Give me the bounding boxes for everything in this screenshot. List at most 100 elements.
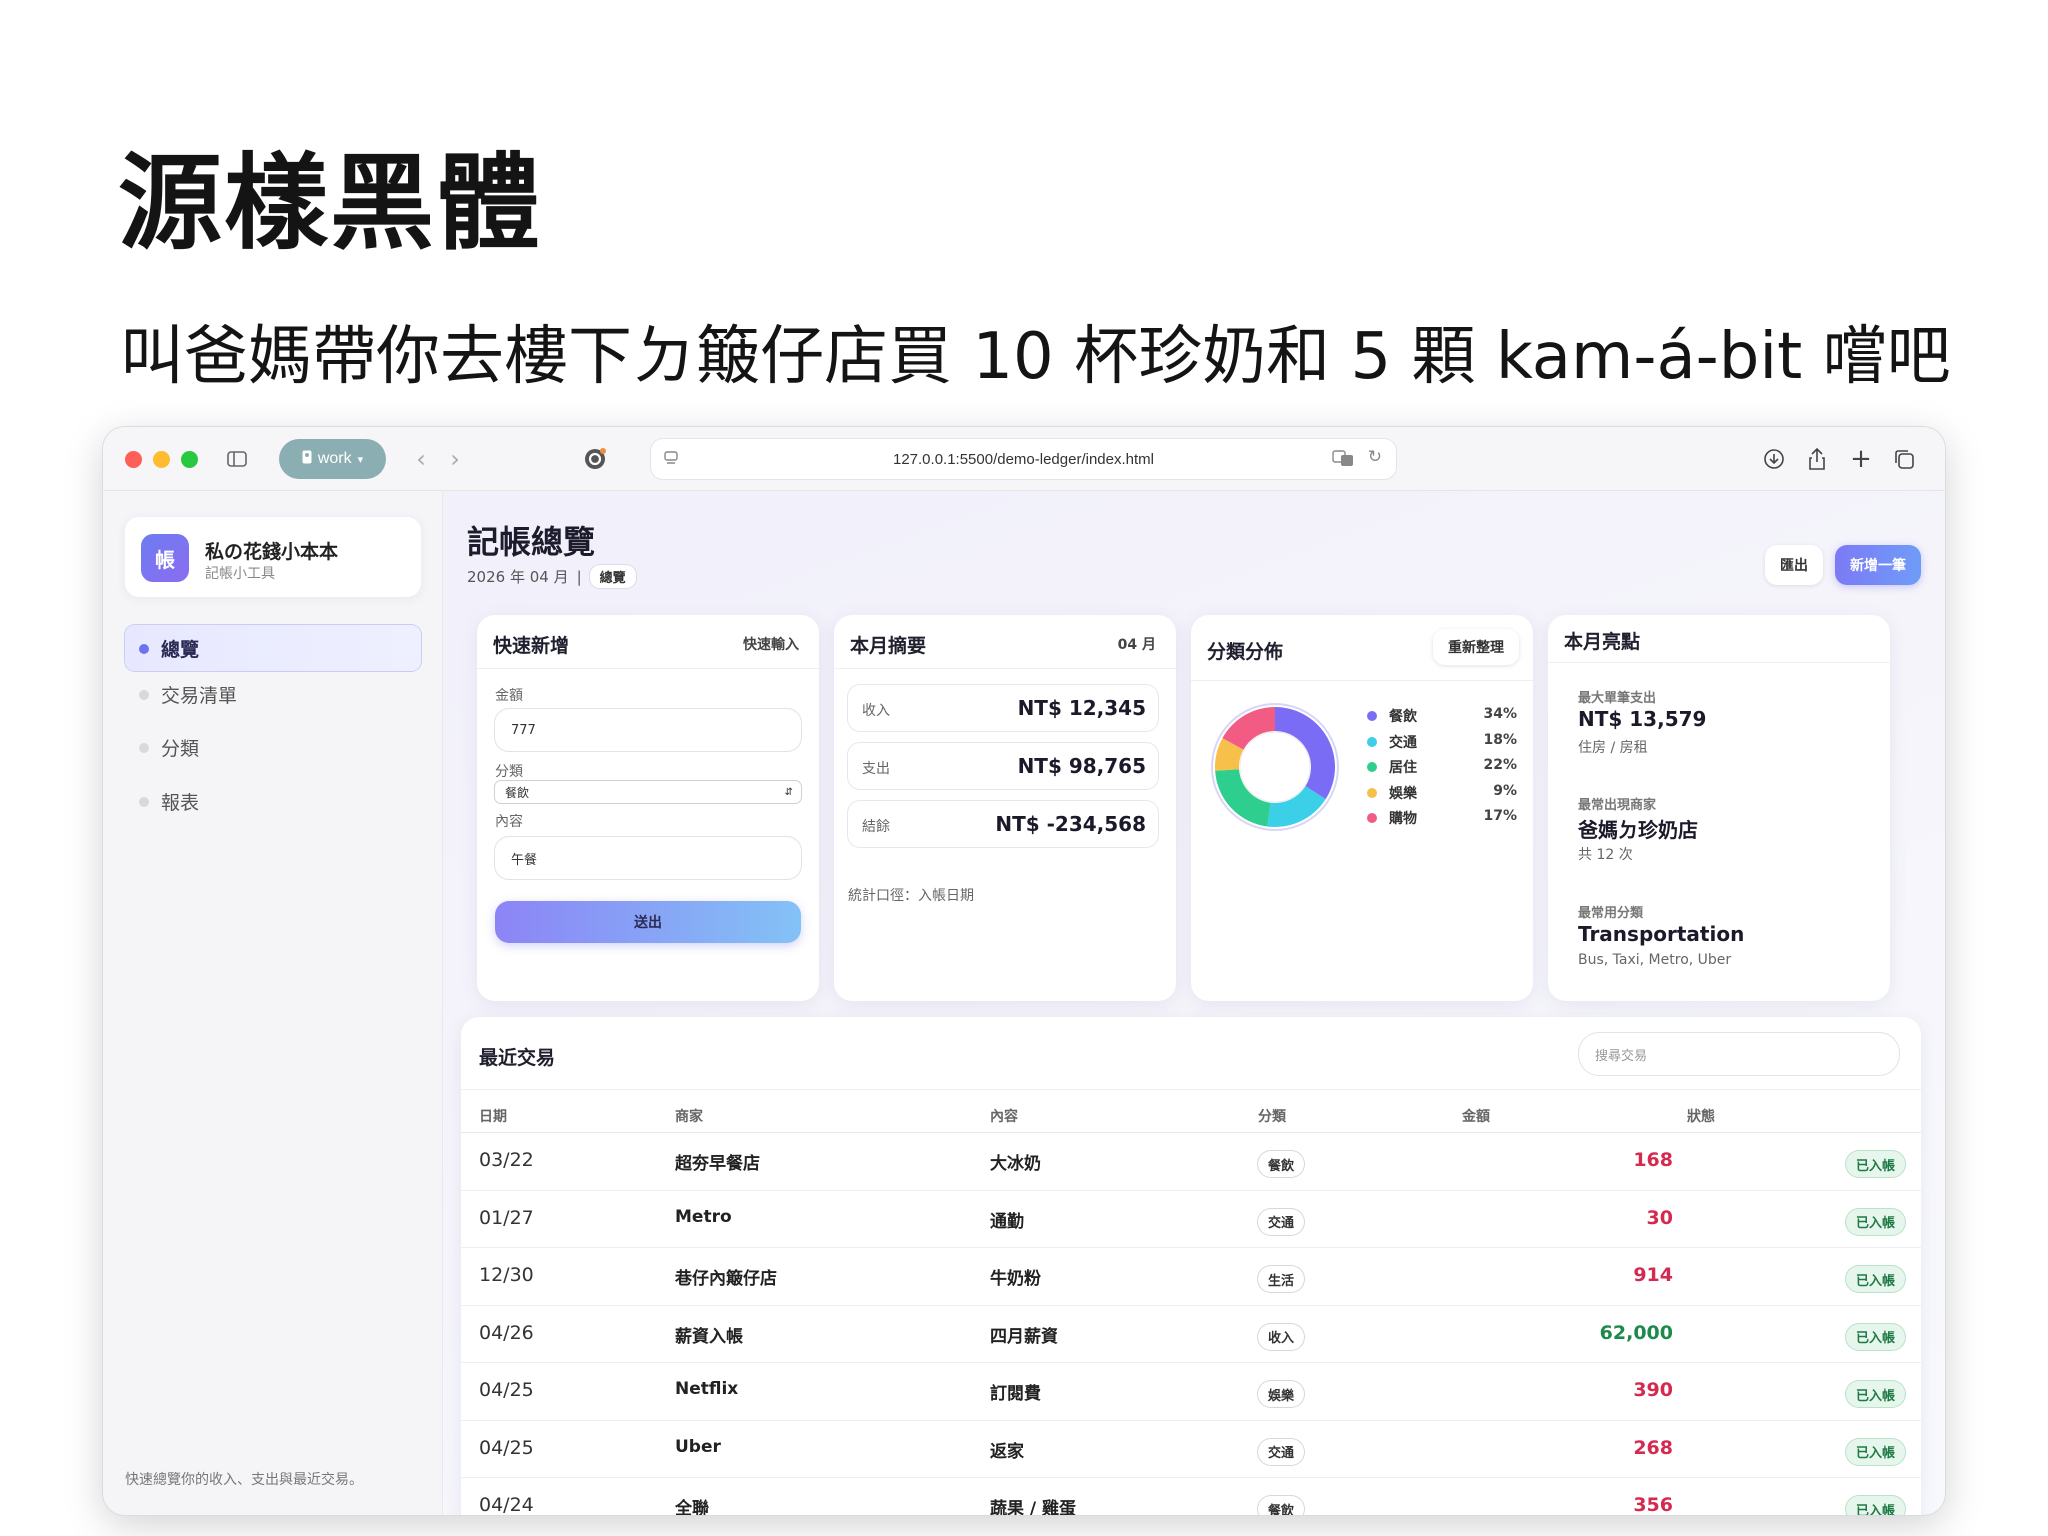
- column-header-date[interactable]: 日期: [479, 1106, 507, 1126]
- close-window-button[interactable]: [125, 451, 142, 468]
- table-row[interactable]: 12/30 巷仔內簸仔店 牛奶粉 生活 914 已入帳: [461, 1248, 1921, 1306]
- reload-icon[interactable]: ↻: [1368, 447, 1382, 467]
- app-logo: 帳: [141, 534, 189, 582]
- income-label: 收入: [862, 703, 890, 719]
- row-status-badge: 已入帳: [1845, 1266, 1905, 1292]
- row-merchant: Metro: [675, 1206, 732, 1227]
- forward-icon[interactable]: ›: [441, 443, 469, 475]
- refresh-button[interactable]: 重新整理: [1433, 629, 1519, 665]
- page-menu-icon[interactable]: [663, 450, 679, 470]
- add-entry-button[interactable]: 新增一筆: [1835, 545, 1921, 585]
- sidebar-item-label: 交易清單: [161, 684, 238, 707]
- chevron-down-icon: ▾: [357, 453, 364, 466]
- highlights-card: 本月亮點 最大單筆支出 NT$ 13,579 住房 / 房租 最常出現商家 爸媽…: [1548, 615, 1890, 1001]
- legend-swatch: [1367, 787, 1377, 798]
- income-value: NT$ 12,345: [1017, 696, 1146, 720]
- submit-button[interactable]: 送出: [495, 901, 801, 943]
- sidebar-item-categories[interactable]: 分類: [125, 724, 421, 770]
- downloads-icon[interactable]: [1759, 443, 1789, 475]
- table-row[interactable]: 04/26 薪資入帳 四月薪資 收入 62,000 已入帳: [461, 1306, 1921, 1363]
- tab-overview-icon[interactable]: [1889, 443, 1919, 475]
- legend-item: 交通 18%: [1367, 731, 1517, 757]
- row-content: 返家: [990, 1441, 1024, 1462]
- sidebar-item-label: 分類: [161, 737, 200, 760]
- highlight-label: 最常用分類: [1578, 906, 1644, 921]
- table-row[interactable]: 04/24 全聯 蔬果 / 雞蛋 餐飲 356 已入帳: [461, 1478, 1921, 1515]
- translate-icon[interactable]: [1332, 449, 1354, 470]
- new-tab-icon[interactable]: +: [1846, 443, 1876, 475]
- category-select[interactable]: 餐飲 ⇵: [495, 781, 801, 803]
- category-distribution-card: 分類分佈 重新整理 餐飲 34% 交通 18% 居住 22% 娛樂 9% 購物 17%: [1191, 615, 1533, 1001]
- row-merchant: Uber: [675, 1436, 721, 1457]
- transaction-search-input[interactable]: 搜尋交易: [1579, 1033, 1899, 1075]
- amount-label: 金額: [495, 688, 523, 704]
- profile-switcher[interactable]: work ▾: [279, 439, 386, 479]
- browser-window: work ▾ ‹ › 127.0.0.1:5500/demo-ledger/in…: [103, 427, 1945, 1515]
- row-content: 牛奶粉: [990, 1269, 1041, 1289]
- legend-item: 居住 22%: [1367, 756, 1517, 782]
- row-merchant: 薪資入帳: [675, 1326, 743, 1347]
- address-bar[interactable]: 127.0.0.1:5500/demo-ledger/index.html ↻: [651, 439, 1396, 479]
- highlight-sub: 共 12 次: [1578, 847, 1633, 863]
- sidebar-toggle-icon[interactable]: [221, 443, 253, 475]
- row-amount: 914: [1633, 1264, 1673, 1286]
- table-row[interactable]: 04/25 Netflix 訂閱費 娛樂 390 已入帳: [461, 1363, 1921, 1421]
- column-header-amount[interactable]: 金額: [1462, 1106, 1490, 1126]
- legend-label: 娛樂: [1389, 785, 1417, 802]
- highlight-value: 爸媽ㄉ珍奶店: [1578, 818, 1698, 842]
- legend-percent: 22%: [1483, 757, 1517, 773]
- legend-swatch: [1367, 762, 1377, 772]
- row-status-badge: 已入帳: [1845, 1151, 1905, 1177]
- column-header-content[interactable]: 內容: [990, 1106, 1018, 1126]
- sidebar-item-overview[interactable]: 總覽: [125, 625, 421, 671]
- legend-label: 居住: [1389, 760, 1417, 776]
- content-field[interactable]: 午餐: [495, 837, 801, 879]
- table-row[interactable]: 01/27 Metro 通勤 交通 30 已入帳: [461, 1191, 1921, 1248]
- recent-transactions-card: 最近交易 搜尋交易 日期 商家 內容 分類 金額 狀態 03/22 超夯早餐店 大冰…: [461, 1017, 1921, 1515]
- legend-swatch: [1367, 813, 1377, 823]
- legend-item: 娛樂 9%: [1367, 782, 1517, 808]
- meta-separator: |: [576, 567, 582, 586]
- legend-label: 交通: [1389, 734, 1417, 751]
- sidebar-item-reports[interactable]: 報表: [125, 778, 421, 824]
- brand-card[interactable]: 帳 私の花錢小本本 記帳小工具: [125, 517, 421, 597]
- minimize-window-button[interactable]: [153, 451, 170, 468]
- category-label: 分類: [495, 764, 523, 780]
- column-header-category[interactable]: 分類: [1258, 1106, 1286, 1126]
- card-header: 本月摘要 04 月: [834, 615, 1176, 669]
- page-title: 記帳總覽: [467, 523, 596, 561]
- row-status-badge: 已入帳: [1845, 1323, 1905, 1350]
- nav-bullet-icon: [139, 743, 149, 753]
- card-header: 本月亮點: [1548, 615, 1890, 663]
- summary-month: 04 月: [1117, 637, 1156, 653]
- select-updown-icon: ⇵: [784, 786, 793, 798]
- card-header: 快速新增 快速輸入: [477, 615, 819, 669]
- highlight-label: 最大單筆支出: [1578, 691, 1657, 706]
- chart-legend: 餐飲 34% 交通 18% 居住 22% 娛樂 9% 購物 17%: [1367, 705, 1517, 833]
- row-category-chip: 交通: [1258, 1208, 1305, 1235]
- extension-icon[interactable]: [579, 443, 611, 475]
- table-header: 日期 商家 內容 分類 金額 狀態: [461, 1089, 1921, 1133]
- income-row: 收入 NT$ 12,345: [848, 685, 1158, 731]
- zoom-window-button[interactable]: [181, 451, 198, 468]
- row-merchant: 超夯早餐店: [675, 1154, 760, 1174]
- highlight-label: 最常出現商家: [1578, 798, 1657, 813]
- row-merchant: 全聯: [675, 1499, 709, 1515]
- export-button[interactable]: 匯出: [1765, 545, 1823, 585]
- content-label: 內容: [495, 814, 523, 830]
- sidebar-footer-text: 快速總覽你的收入、支出與最近交易。: [125, 1472, 363, 1488]
- amount-field[interactable]: 777: [495, 709, 801, 751]
- period-text: 2026 年 04 月: [467, 568, 569, 586]
- table-row[interactable]: 03/22 超夯早餐店 大冰奶 餐飲 168 已入帳: [461, 1133, 1921, 1191]
- column-header-status[interactable]: 狀態: [1687, 1106, 1715, 1126]
- back-icon[interactable]: ‹: [407, 443, 435, 475]
- row-status-badge: 已入帳: [1845, 1496, 1905, 1515]
- profile-label: work: [317, 450, 352, 467]
- share-icon[interactable]: [1802, 443, 1832, 475]
- table-row[interactable]: 04/25 Uber 返家 交通 268 已入帳: [461, 1421, 1921, 1478]
- legend-item: 購物 17%: [1367, 807, 1517, 833]
- url-text: 127.0.0.1:5500/demo-ledger/index.html: [892, 450, 1154, 468]
- quick-input-link[interactable]: 快速輸入: [743, 634, 799, 654]
- sidebar-item-transactions[interactable]: 交易清單: [125, 671, 421, 717]
- column-header-merchant[interactable]: 商家: [675, 1106, 703, 1126]
